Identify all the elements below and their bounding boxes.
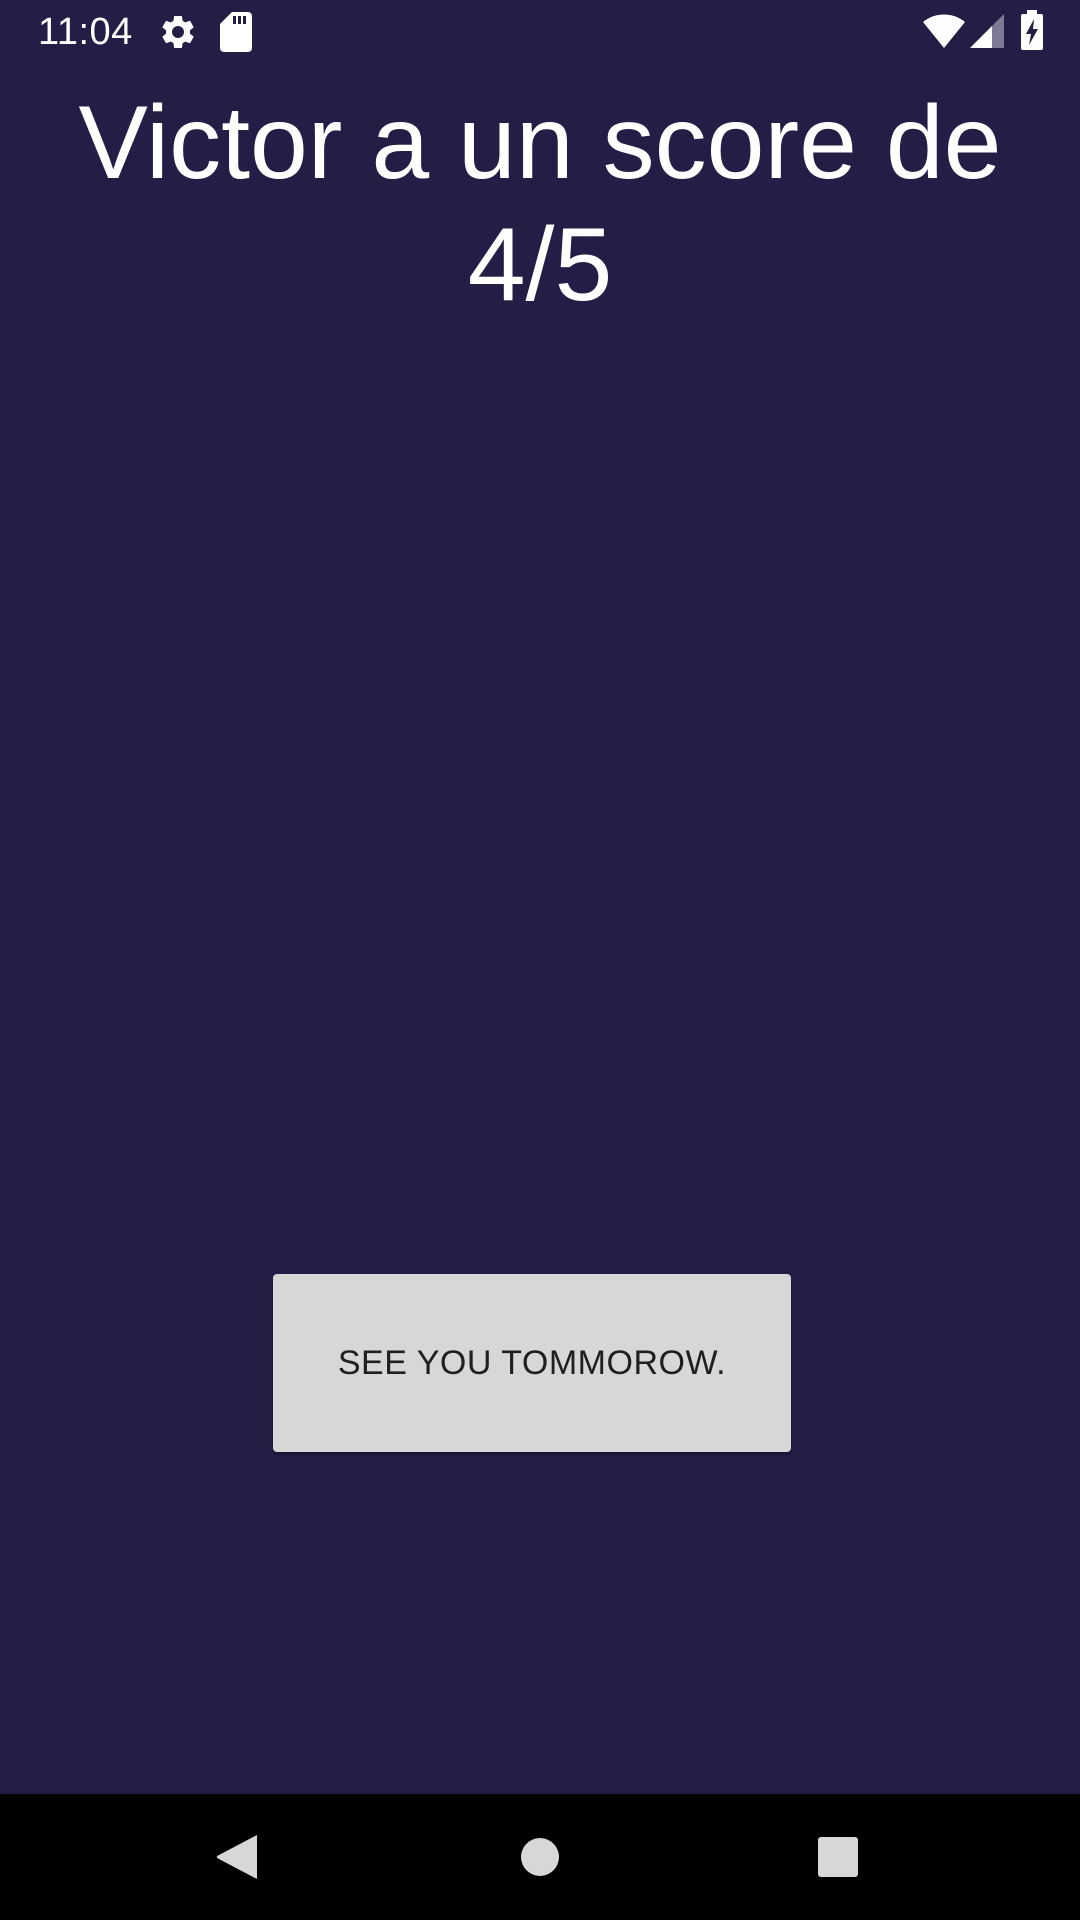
- home-icon[interactable]: [510, 1827, 570, 1887]
- gear-icon: [158, 12, 198, 57]
- sd-card-icon: [220, 12, 252, 57]
- navigation-bar: [0, 1794, 1080, 1920]
- status-bar: 11:04: [0, 0, 1080, 64]
- wifi-icon: [922, 14, 966, 55]
- see-you-tomorrow-button[interactable]: SEE YOU TOMMOROW.: [273, 1274, 791, 1452]
- status-time: 11:04: [38, 11, 133, 53]
- signal-icon: [970, 14, 1004, 55]
- score-title: Victor a un score de 4/5: [78, 85, 1002, 323]
- recents-icon[interactable]: [808, 1827, 868, 1887]
- app-screen: 11:04 Victor a un score de 4/5 SEE YOU T…: [0, 0, 1080, 1920]
- back-icon[interactable]: [208, 1827, 268, 1887]
- battery-charging-icon: [1020, 10, 1044, 55]
